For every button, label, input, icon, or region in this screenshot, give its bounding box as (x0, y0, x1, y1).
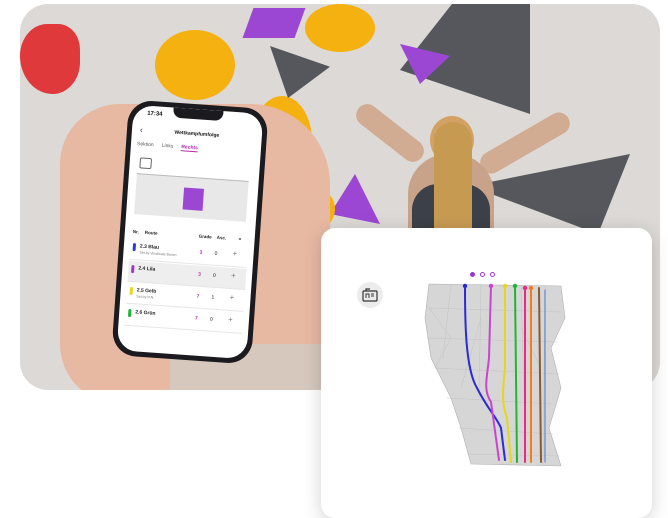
route-ascents: 0 (212, 272, 216, 279)
route-setter: Set by N.N. (136, 294, 155, 300)
sort-icon[interactable]: ≡ (238, 236, 241, 241)
route-color-swatch (129, 286, 134, 296)
phone-title: Wettkampfumfolge (174, 129, 220, 139)
add-ascent-button[interactable]: + (231, 271, 236, 280)
route-name: 2.6 Grün (135, 309, 156, 317)
purple-hold (242, 8, 306, 38)
wall-plan-icon[interactable] (357, 282, 383, 308)
route-setter: Set by Vendicate Brown (139, 250, 177, 258)
col-asc: Asc. (216, 234, 227, 241)
route-ascents: 1 (211, 294, 215, 301)
route-grade: 3 (199, 249, 203, 256)
purple-hold (330, 174, 380, 224)
route-color-swatch (127, 308, 132, 318)
yellow-hold (155, 30, 235, 100)
highlighted-route-area (182, 187, 205, 211)
climber-arm (351, 99, 429, 167)
route-grade: 7 (194, 315, 198, 322)
route-color-swatch (130, 265, 135, 274)
route-grade: 3 (197, 271, 202, 278)
phone-tabs: Sektion Links Rechts (137, 141, 199, 153)
page-indicator (470, 272, 495, 277)
yellow-hold (305, 4, 375, 52)
wall-plan-icon[interactable] (139, 157, 153, 170)
route-ascents: 0 (209, 316, 213, 323)
col-no: Nr. (132, 229, 140, 235)
route-detail-card (321, 228, 652, 518)
tab-links[interactable]: Links (161, 143, 173, 151)
dark-hold (270, 46, 330, 98)
tab-sektion[interactable]: Sektion (137, 141, 154, 149)
climber-arm (476, 108, 574, 178)
route-color-swatch (132, 243, 137, 252)
route-table-header: Nr. Route Grade Asc. ≡ (132, 229, 249, 242)
col-route: Route (144, 229, 158, 236)
wall-3d-model (424, 283, 566, 467)
smartphone: 17:34 ‹ Wettkampfumfolge Sektion Links R… (111, 99, 269, 365)
col-grade: Grade (198, 233, 212, 240)
route-name: 2.4 Lila (138, 265, 156, 273)
add-ascent-button[interactable]: + (232, 249, 237, 258)
add-ascent-button[interactable]: + (229, 293, 234, 302)
phone-screen: 17:34 ‹ Wettkampfumfolge Sektion Links R… (116, 104, 264, 360)
tab-rechts[interactable]: Rechts (180, 144, 199, 153)
pager-dot[interactable] (480, 272, 485, 277)
climber-hair (434, 122, 472, 242)
route-grade: 7 (196, 293, 200, 300)
phone-notch (172, 107, 224, 122)
red-hold (20, 24, 80, 94)
add-ascent-button[interactable]: + (228, 315, 233, 324)
pager-dot[interactable] (470, 272, 475, 277)
pager-dot[interactable] (490, 272, 495, 277)
route-ascents: 0 (214, 250, 218, 257)
wall-preview (134, 173, 249, 222)
status-time: 17:34 (146, 110, 163, 118)
